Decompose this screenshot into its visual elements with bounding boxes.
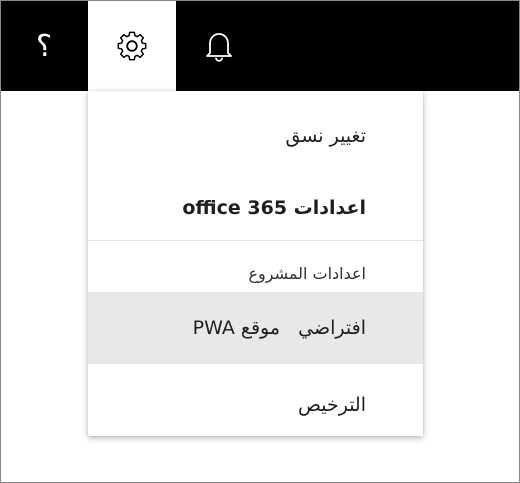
office365-settings-label: اعدادات office 365	[182, 197, 366, 219]
licensing-item[interactable]: الترخيص	[88, 384, 423, 426]
office365-settings-item[interactable]: اعدادات office 365	[88, 187, 423, 229]
settings-button[interactable]	[88, 1, 176, 91]
bell-icon	[206, 33, 232, 62]
pwa-default-site-item[interactable]: افتراضي موقع PWA	[88, 292, 423, 364]
window-frame: ؟ تغيير نسق اعدادات office 365 اعدادات ا…	[0, 0, 520, 483]
change-theme-item[interactable]: تغيير نسق	[88, 115, 423, 157]
project-settings-header: اعدادات المشروع	[248, 264, 367, 283]
pwa-default-site-label: افتراضي موقع PWA	[192, 317, 366, 339]
licensing-label: الترخيص	[297, 394, 366, 416]
help-question-icon: ؟	[36, 29, 52, 64]
gear-icon	[117, 31, 147, 61]
change-theme-label: تغيير نسق	[285, 125, 366, 147]
notifications-button[interactable]	[176, 1, 262, 91]
help-button[interactable]: ؟	[1, 1, 87, 91]
menu-divider	[88, 240, 423, 241]
settings-dropdown-menu: تغيير نسق اعدادات office 365 اعدادات الم…	[88, 91, 423, 436]
top-navigation-bar: ؟	[1, 1, 519, 91]
